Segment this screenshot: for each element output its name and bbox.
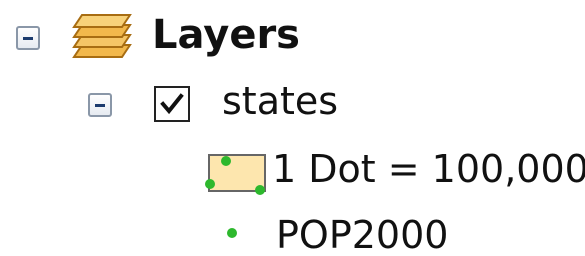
states-collapse-button[interactable] bbox=[88, 93, 112, 117]
field-dot-icon[interactable] bbox=[227, 228, 237, 238]
states-layer-label[interactable]: states bbox=[222, 76, 338, 126]
layers-stack-icon bbox=[72, 14, 132, 58]
checkmark-icon bbox=[160, 93, 184, 115]
layers-root-label[interactable]: Layers bbox=[152, 10, 300, 60]
table-of-contents: Layers states 1 Dot = 100,000 POP2000 bbox=[0, 0, 585, 256]
dot-density-label: 1 Dot = 100,000 bbox=[272, 147, 585, 191]
states-visibility-checkbox[interactable] bbox=[154, 86, 190, 122]
layers-collapse-button[interactable] bbox=[16, 26, 40, 50]
dot-density-swatch-icon[interactable] bbox=[204, 150, 270, 198]
field-name-label: POP2000 bbox=[276, 213, 449, 256]
